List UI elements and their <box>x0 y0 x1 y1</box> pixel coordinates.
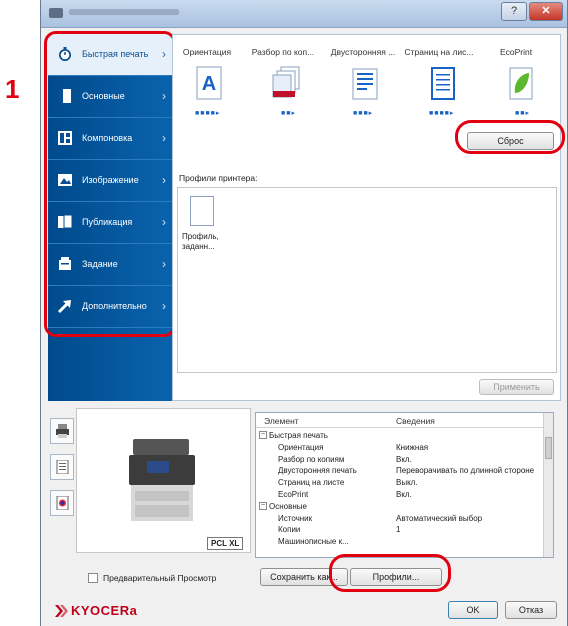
property-value: Вкл. <box>396 490 412 499</box>
color-icon <box>56 496 69 510</box>
kyocera-logo-text: KYOCERa <box>71 603 138 618</box>
preview-checkbox[interactable] <box>88 573 98 583</box>
properties-scrollbar[interactable] <box>543 413 553 557</box>
profile-item-label: Профиль, заданн... <box>182 232 219 251</box>
bottom-area: PCL XL Элемент Сведения − Быстрая печать О… <box>48 408 562 594</box>
collapse-icon[interactable]: − <box>259 501 267 510</box>
callout-1: 1 <box>5 74 20 104</box>
printer-icon <box>56 424 69 438</box>
properties-header: Элемент Сведения <box>256 413 544 428</box>
property-group-row[interactable]: − Быстрая печать <box>256 430 544 442</box>
duplex-icon[interactable] <box>345 65 385 105</box>
close-button[interactable]: ✕ <box>529 2 563 21</box>
column-details: Сведения <box>396 416 435 426</box>
property-key: EcoPrint <box>278 490 309 499</box>
column-element: Элемент <box>264 416 299 426</box>
property-value: Автоматический выбор <box>396 513 483 523</box>
orientation-selector-dots: ■■■■▸ <box>195 110 221 117</box>
window-title <box>69 9 179 15</box>
app-icon <box>49 8 63 18</box>
printer-image <box>129 439 195 521</box>
property-key: Быстрая печать <box>269 431 328 440</box>
property-group-row[interactable]: − Основные <box>256 501 544 513</box>
property-key: Разбор по копиям <box>278 454 345 464</box>
leaf-icon[interactable] <box>501 65 541 105</box>
side-tabs <box>48 408 76 548</box>
collapse-icon[interactable]: − <box>259 431 267 439</box>
ok-button[interactable]: OK <box>448 601 498 619</box>
tab-orientation-label: Ориентация <box>182 47 232 57</box>
highlight-reset <box>455 120 565 154</box>
tab-pages-per-sheet-label: Страниц на лис... <box>404 47 474 57</box>
property-key: Двусторонняя печать <box>278 466 357 476</box>
tab-duplex-label: Двусторонняя ... <box>330 47 396 57</box>
property-row[interactable]: Копии 1 <box>256 524 544 536</box>
property-row[interactable]: Двусторонняя печать Переворачивать по дли… <box>256 465 544 477</box>
properties-table: Элемент Сведения − Быстрая печать Ориентац… <box>255 412 554 558</box>
tab-ecoprint-label: EcoPrint <box>499 47 533 57</box>
pcl-xl-badge: PCL XL <box>207 537 244 550</box>
profiles-list: Профиль, заданн... <box>177 187 557 373</box>
property-key: Копии <box>278 525 301 535</box>
highlight-profiles <box>329 554 451 592</box>
property-row[interactable]: Разбор по копиям Вкл. <box>256 454 544 466</box>
print-settings-window: ? ✕ Быстрая печать › Основные › Компонов… <box>40 0 568 626</box>
pages-per-sheet-icon[interactable] <box>423 65 463 105</box>
orientation-letter: A <box>202 73 216 95</box>
highlight-sidebar <box>44 31 176 337</box>
property-key: Основные <box>269 501 307 511</box>
property-key: Ориентация <box>278 442 324 452</box>
collate-selector-dots: ■■▸ <box>281 110 296 117</box>
property-value: Выкл. <box>396 478 418 488</box>
collate-icon[interactable] <box>267 65 307 105</box>
ecoprint-selector-dots: ■■▸ <box>515 110 530 117</box>
profile-icon[interactable] <box>190 196 214 226</box>
printer-preview: PCL XL <box>76 408 251 553</box>
document-tab[interactable] <box>50 454 74 480</box>
apply-button[interactable]: Применить <box>479 379 554 395</box>
color-tab[interactable] <box>50 490 74 516</box>
printer-tab[interactable] <box>50 418 74 444</box>
scroll-thumb[interactable] <box>545 437 552 459</box>
property-row[interactable]: Источник Автоматический выбор <box>256 513 544 525</box>
quick-print-panel: Ориентация Разбор по коп... Двусторонняя… <box>172 34 561 401</box>
title-bar: ? ✕ <box>41 0 567 28</box>
kyocera-logo-icon <box>55 605 68 617</box>
preview-label: Предварительный Просмотр <box>103 573 217 583</box>
property-key: Машинописные к... <box>278 537 349 547</box>
property-value: Переворачивать по длинной стороне <box>396 466 535 476</box>
property-value: Книжная <box>396 442 429 452</box>
pages-selector-dots: ■■■■▸ <box>429 110 455 117</box>
tab-collate-label: Разбор по коп... <box>251 47 315 57</box>
property-row[interactable]: EcoPrint Вкл. <box>256 489 544 501</box>
footer: KYOCERa OK Отказ <box>41 595 567 626</box>
profiles-heading: Профили принтера: <box>179 173 258 183</box>
property-key: Страниц на листе <box>278 478 345 488</box>
property-value: 1 <box>396 525 401 535</box>
help-button[interactable]: ? <box>501 2 527 21</box>
property-key: Источник <box>278 513 313 523</box>
property-row[interactable]: Машинописные к... <box>256 536 544 548</box>
duplex-selector-dots: ■■■▸ <box>353 110 374 117</box>
property-value: Вкл. <box>396 454 412 464</box>
document-icon <box>56 460 69 474</box>
cancel-button[interactable]: Отказ <box>505 601 557 619</box>
property-row[interactable]: Страниц на листе Выкл. <box>256 477 544 489</box>
orientation-icon[interactable]: A <box>189 65 229 105</box>
property-row[interactable]: Ориентация Книжная <box>256 442 544 454</box>
